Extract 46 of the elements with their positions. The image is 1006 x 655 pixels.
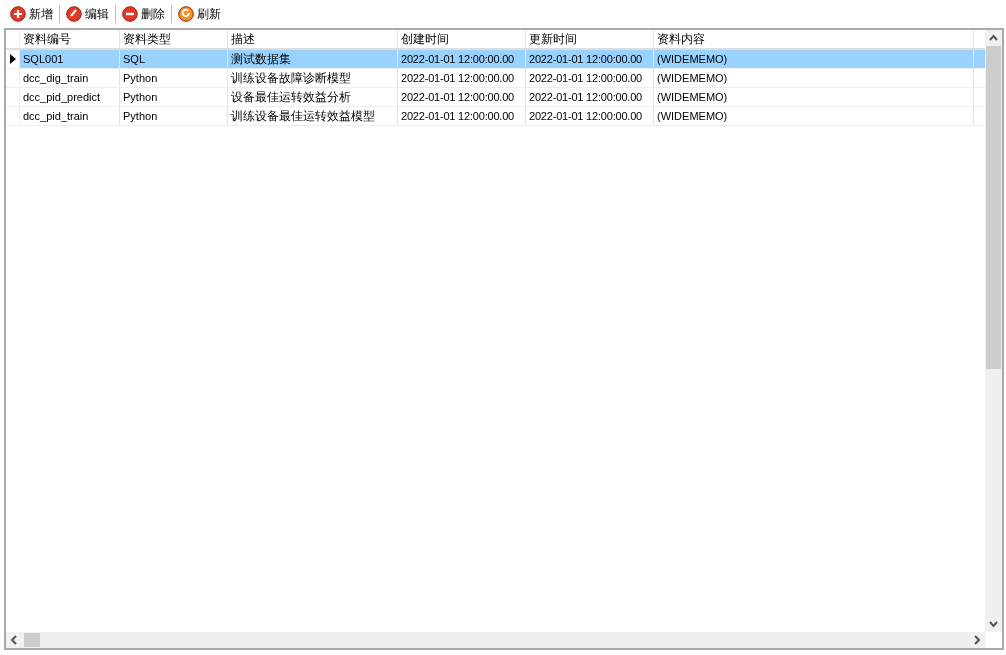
table-row[interactable]: dcc_pid_train Python 训练设备最佳运转效益模型 2022-01-01 12:00:00.00 2022-01-01 12:00:00.00 (WIDEMEMO) <box>6 107 985 126</box>
column-header[interactable]: 资料类型 <box>120 30 228 48</box>
toolbar-button[interactable]: 刷新 <box>174 3 225 25</box>
vertical-scrollbar[interactable] <box>985 30 1002 632</box>
plus-circle-icon <box>10 6 26 22</box>
table-cell: 测试数据集 <box>228 50 398 68</box>
table-cell: dcc_pid_train <box>20 107 120 125</box>
table-cell: 2022-01-01 12:00:00.00 <box>526 69 654 87</box>
table-cell: dcc_pid_predict <box>20 88 120 106</box>
table-row[interactable]: SQL001 SQL 测试数据集 2022-01-01 12:00:00.00 2022-01-01 12:00:00.00 (WIDEMEMO) <box>6 50 985 69</box>
table-cell: 2022-01-01 12:00:00.00 <box>398 88 526 106</box>
table-cell: Python <box>120 88 228 106</box>
toolbar-button[interactable]: 新增 <box>6 3 57 25</box>
table-cell: Python <box>120 69 228 87</box>
table-cell: Python <box>120 107 228 125</box>
table-cell: SQL001 <box>20 50 120 68</box>
table-cell: SQL <box>120 50 228 68</box>
table-cell: (WIDEMEMO) <box>654 50 974 68</box>
table-cell: 2022-01-01 12:00:00.00 <box>526 50 654 68</box>
table-cell: 训练设备故障诊断模型 <box>228 69 398 87</box>
minus-circle-icon <box>122 6 138 22</box>
row-pointer-icon <box>9 54 16 64</box>
refresh-icon <box>178 6 194 22</box>
scrollbar-thumb[interactable] <box>24 633 40 647</box>
table-cell: (WIDEMEMO) <box>654 69 974 87</box>
column-header[interactable]: 资料内容 <box>654 30 974 48</box>
table-cell: (WIDEMEMO) <box>654 88 974 106</box>
table-cell: 2022-01-01 12:00:00.00 <box>526 107 654 125</box>
table-cell: 2022-01-01 12:00:00.00 <box>398 107 526 125</box>
column-header[interactable]: 更新时间 <box>526 30 654 48</box>
table-cell: dcc_dig_train <box>20 69 120 87</box>
table-cell: 训练设备最佳运转效益模型 <box>228 107 398 125</box>
column-header[interactable]: 描述 <box>228 30 398 48</box>
scrollbar-thumb[interactable] <box>986 46 1001 369</box>
table-cell: 2022-01-01 12:00:00.00 <box>526 88 654 106</box>
table-cell: 2022-01-01 12:00:00.00 <box>398 50 526 68</box>
horizontal-scrollbar[interactable] <box>6 632 985 648</box>
table-row[interactable]: dcc_dig_train Python 训练设备故障诊断模型 2022-01-01 12:00:00.00 2022-01-01 12:00:00.00 (WIDEMEMO) <box>6 69 985 88</box>
toolbar-button[interactable]: 删除 <box>118 3 169 25</box>
toolbar-button[interactable]: 编辑 <box>62 3 113 25</box>
table-cell: (WIDEMEMO) <box>654 107 974 125</box>
table-cell: 2022-01-01 12:00:00.00 <box>398 69 526 87</box>
column-header[interactable]: 资料编号 <box>20 30 120 48</box>
column-header[interactable]: 创建时间 <box>398 30 526 48</box>
table-cell: 设备最佳运转效益分析 <box>228 88 398 106</box>
table-row[interactable]: dcc_pid_predict Python 设备最佳运转效益分析 2022-01-01 12:00:00.00 2022-01-01 12:00:00.00 (WIDEMEMO) <box>6 88 985 107</box>
